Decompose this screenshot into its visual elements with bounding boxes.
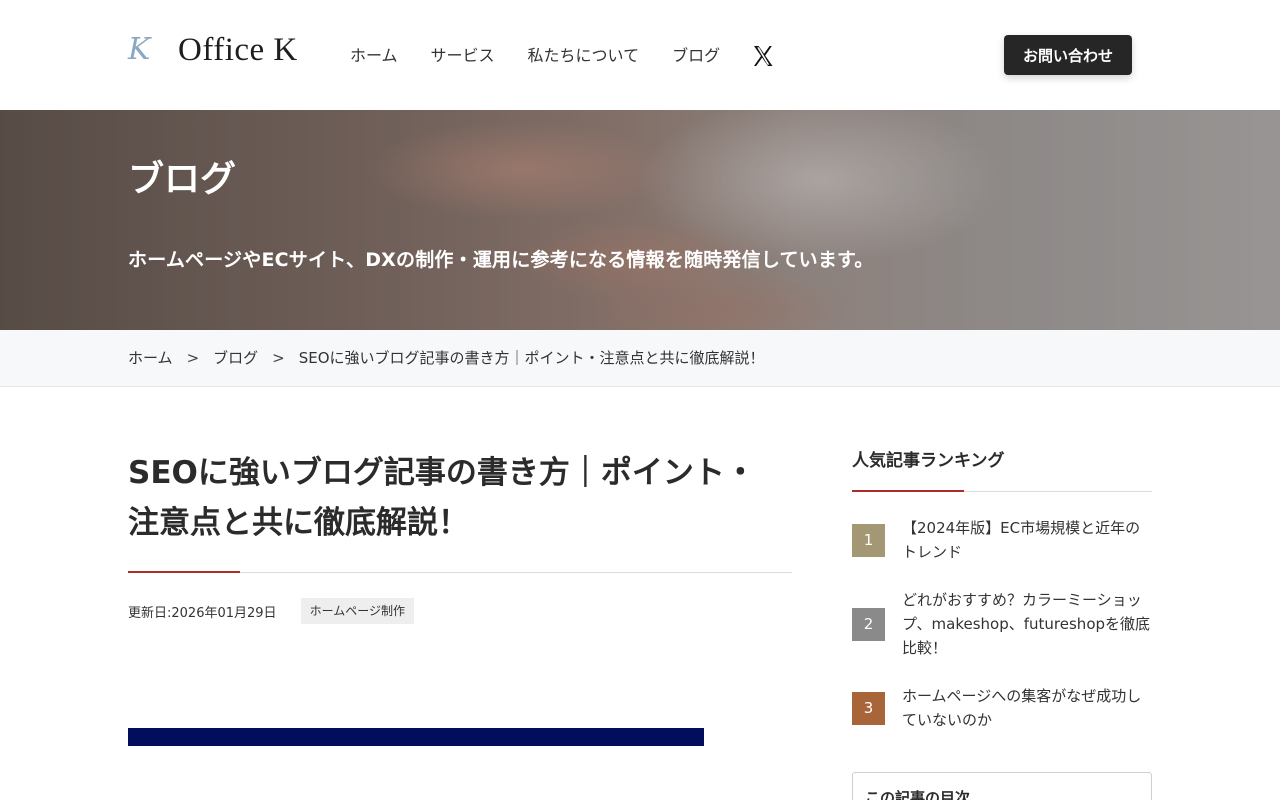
article-title-line2: 注意点と共に徹底解説！ xyxy=(128,505,469,541)
breadcrumb-separator: > xyxy=(272,349,285,367)
ranking-divider-accent xyxy=(852,490,964,492)
ranking-title: 人気記事ランキング xyxy=(852,451,1005,471)
rank-badge: 2 xyxy=(852,607,885,641)
nav-about[interactable]: 私たちについて xyxy=(528,44,640,68)
breadcrumb-list: ホーム > ブログ > SEOに強いブログ記事の書き方｜ポイント・注意点と共に徹… xyxy=(128,347,765,369)
nav-services[interactable]: サービス xyxy=(431,44,495,68)
hero-subtitle: ホームページやECサイト、DXの制作・運用に参考になる情報を随時発信しています。 xyxy=(128,249,874,271)
breadcrumb: ホーム > ブログ > SEOに強いブログ記事の書き方｜ポイント・注意点と共に徹… xyxy=(0,330,1280,387)
article-eyecatch-image xyxy=(128,728,704,746)
ranking-item-title[interactable]: どれがおすすめ？カラーミーショップ、makeshop、futureshopを徹底… xyxy=(902,588,1152,660)
hero-banner: ブログ ホームページやECサイト、DXの制作・運用に参考になる情報を随時発信して… xyxy=(0,110,1280,330)
breadcrumb-home[interactable]: ホーム xyxy=(128,347,173,369)
ranking-item-3[interactable]: 3 ホームページへの集客がなぜ成功していないのか xyxy=(852,684,1152,732)
ranking-item-2[interactable]: 2 どれがおすすめ？カラーミーショップ、makeshop、futureshopを… xyxy=(852,588,1152,660)
ranking-item-title[interactable]: ホームページへの集客がなぜ成功していないのか xyxy=(902,684,1152,732)
article-title-line1: SEOに強いブログ記事の書き方｜ポイント・ xyxy=(128,455,756,491)
site-header: K Office K ホーム サービス 私たちについて ブログ お問い合わせ xyxy=(0,0,1280,110)
article-meta: 更新日:2026年01月29日 ホームページ制作 xyxy=(128,598,792,624)
nav-home[interactable]: ホーム xyxy=(350,44,398,68)
category-tag[interactable]: ホームページ制作 xyxy=(300,598,414,624)
breadcrumb-blog[interactable]: ブログ xyxy=(213,347,258,369)
breadcrumb-current: SEOに強いブログ記事の書き方｜ポイント・注意点と共に徹底解説！ xyxy=(298,349,765,367)
contact-button[interactable]: お問い合わせ xyxy=(1004,35,1132,75)
logo-text: Office K xyxy=(178,32,298,68)
ranking-item-1[interactable]: 1 【2024年版】EC市場規模と近年のトレンド xyxy=(852,516,1152,564)
rank-badge: 1 xyxy=(852,523,885,557)
toc-title: この記事の目次 xyxy=(865,789,971,800)
title-divider-accent xyxy=(128,571,240,573)
article-title: SEOに強いブログ記事の書き方｜ポイント・ 注意点と共に徹底解説！ xyxy=(128,448,792,548)
main-nav: ホーム サービス 私たちについて ブログ xyxy=(350,44,775,68)
logo-mark: K xyxy=(128,32,151,67)
updated-date: 更新日:2026年01月29日 xyxy=(128,605,277,621)
ranking-item-title[interactable]: 【2024年版】EC市場規模と近年のトレンド xyxy=(902,516,1152,564)
table-of-contents[interactable]: この記事の目次 xyxy=(852,772,1152,800)
sidebar: 人気記事ランキング 1 【2024年版】EC市場規模と近年のトレンド 2 どれが… xyxy=(852,448,1152,729)
ranking-divider xyxy=(852,490,1152,492)
rank-badge: 3 xyxy=(852,691,885,725)
title-divider xyxy=(128,571,792,573)
nav-blog[interactable]: ブログ xyxy=(672,44,720,68)
article: SEOに強いブログ記事の書き方｜ポイント・ 注意点と共に徹底解説！ 更新日:20… xyxy=(128,448,792,624)
logo[interactable]: K Office K xyxy=(128,32,298,68)
x-twitter-icon[interactable] xyxy=(751,44,775,68)
breadcrumb-separator: > xyxy=(186,349,200,367)
hero-title: ブログ xyxy=(128,159,237,200)
